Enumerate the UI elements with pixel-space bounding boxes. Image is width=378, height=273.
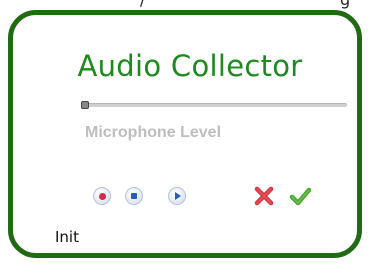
- stop-icon: [131, 193, 137, 199]
- microphone-level-slider-track[interactable]: [81, 103, 347, 107]
- play-icon: [175, 192, 181, 200]
- play-button[interactable]: [168, 187, 186, 205]
- record-button[interactable]: [93, 187, 111, 205]
- cancel-button[interactable]: [253, 185, 275, 207]
- cancel-x-icon: [254, 186, 274, 206]
- record-icon: [98, 192, 106, 200]
- stop-button[interactable]: [125, 187, 143, 205]
- checkmark-icon: [289, 187, 311, 206]
- status-text: Init: [55, 228, 79, 246]
- clipped-glyph: g: [340, 0, 350, 9]
- app-title: Audio Collector: [77, 49, 303, 83]
- audio-collector-panel: Audio Collector Microphone Level Init: [8, 10, 362, 258]
- clipped-glyph: /: [140, 0, 145, 9]
- microphone-level-label: Microphone Level: [85, 124, 222, 141]
- accept-button[interactable]: [289, 185, 311, 207]
- microphone-level-slider-thumb[interactable]: [81, 101, 89, 109]
